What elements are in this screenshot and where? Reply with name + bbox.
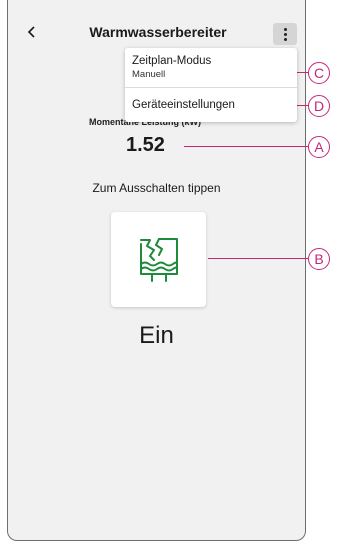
toggle-hint: Zum Ausschalten tippen (92, 181, 221, 195)
callout-d: D (308, 95, 330, 117)
device-toggle-tile[interactable] (111, 212, 206, 307)
callout-line-a (184, 146, 310, 147)
schedule-mode-value: Manuell (132, 69, 166, 80)
more-menu-button[interactable] (273, 23, 297, 45)
callout-line-b (208, 258, 310, 259)
menu-item-device-settings[interactable]: Geräteeinstellungen (125, 88, 297, 122)
back-button[interactable] (20, 20, 44, 44)
more-vertical-icon (283, 27, 287, 31)
device-settings-label: Geräteeinstellungen (132, 99, 235, 111)
schedule-mode-label: Zeitplan-Modus (132, 55, 212, 67)
power-value: 1.52 (126, 134, 165, 156)
callout-c: C (308, 62, 330, 84)
callout-b: B (308, 248, 330, 270)
page-title: Warmwasserbereiter (89, 24, 227, 40)
device-state: Ein (139, 322, 174, 349)
callout-a: A (308, 136, 330, 158)
menu-item-schedule-mode[interactable]: Zeitplan-Modus Manuell (125, 48, 297, 88)
phone-screen: Warmwasserbereiter Zeitplan-Modus Manuel… (7, 0, 306, 541)
options-menu: Zeitplan-Modus Manuell Geräteeinstellung… (125, 48, 297, 122)
water-heater-icon (139, 237, 178, 282)
chevron-left-icon (27, 26, 35, 38)
